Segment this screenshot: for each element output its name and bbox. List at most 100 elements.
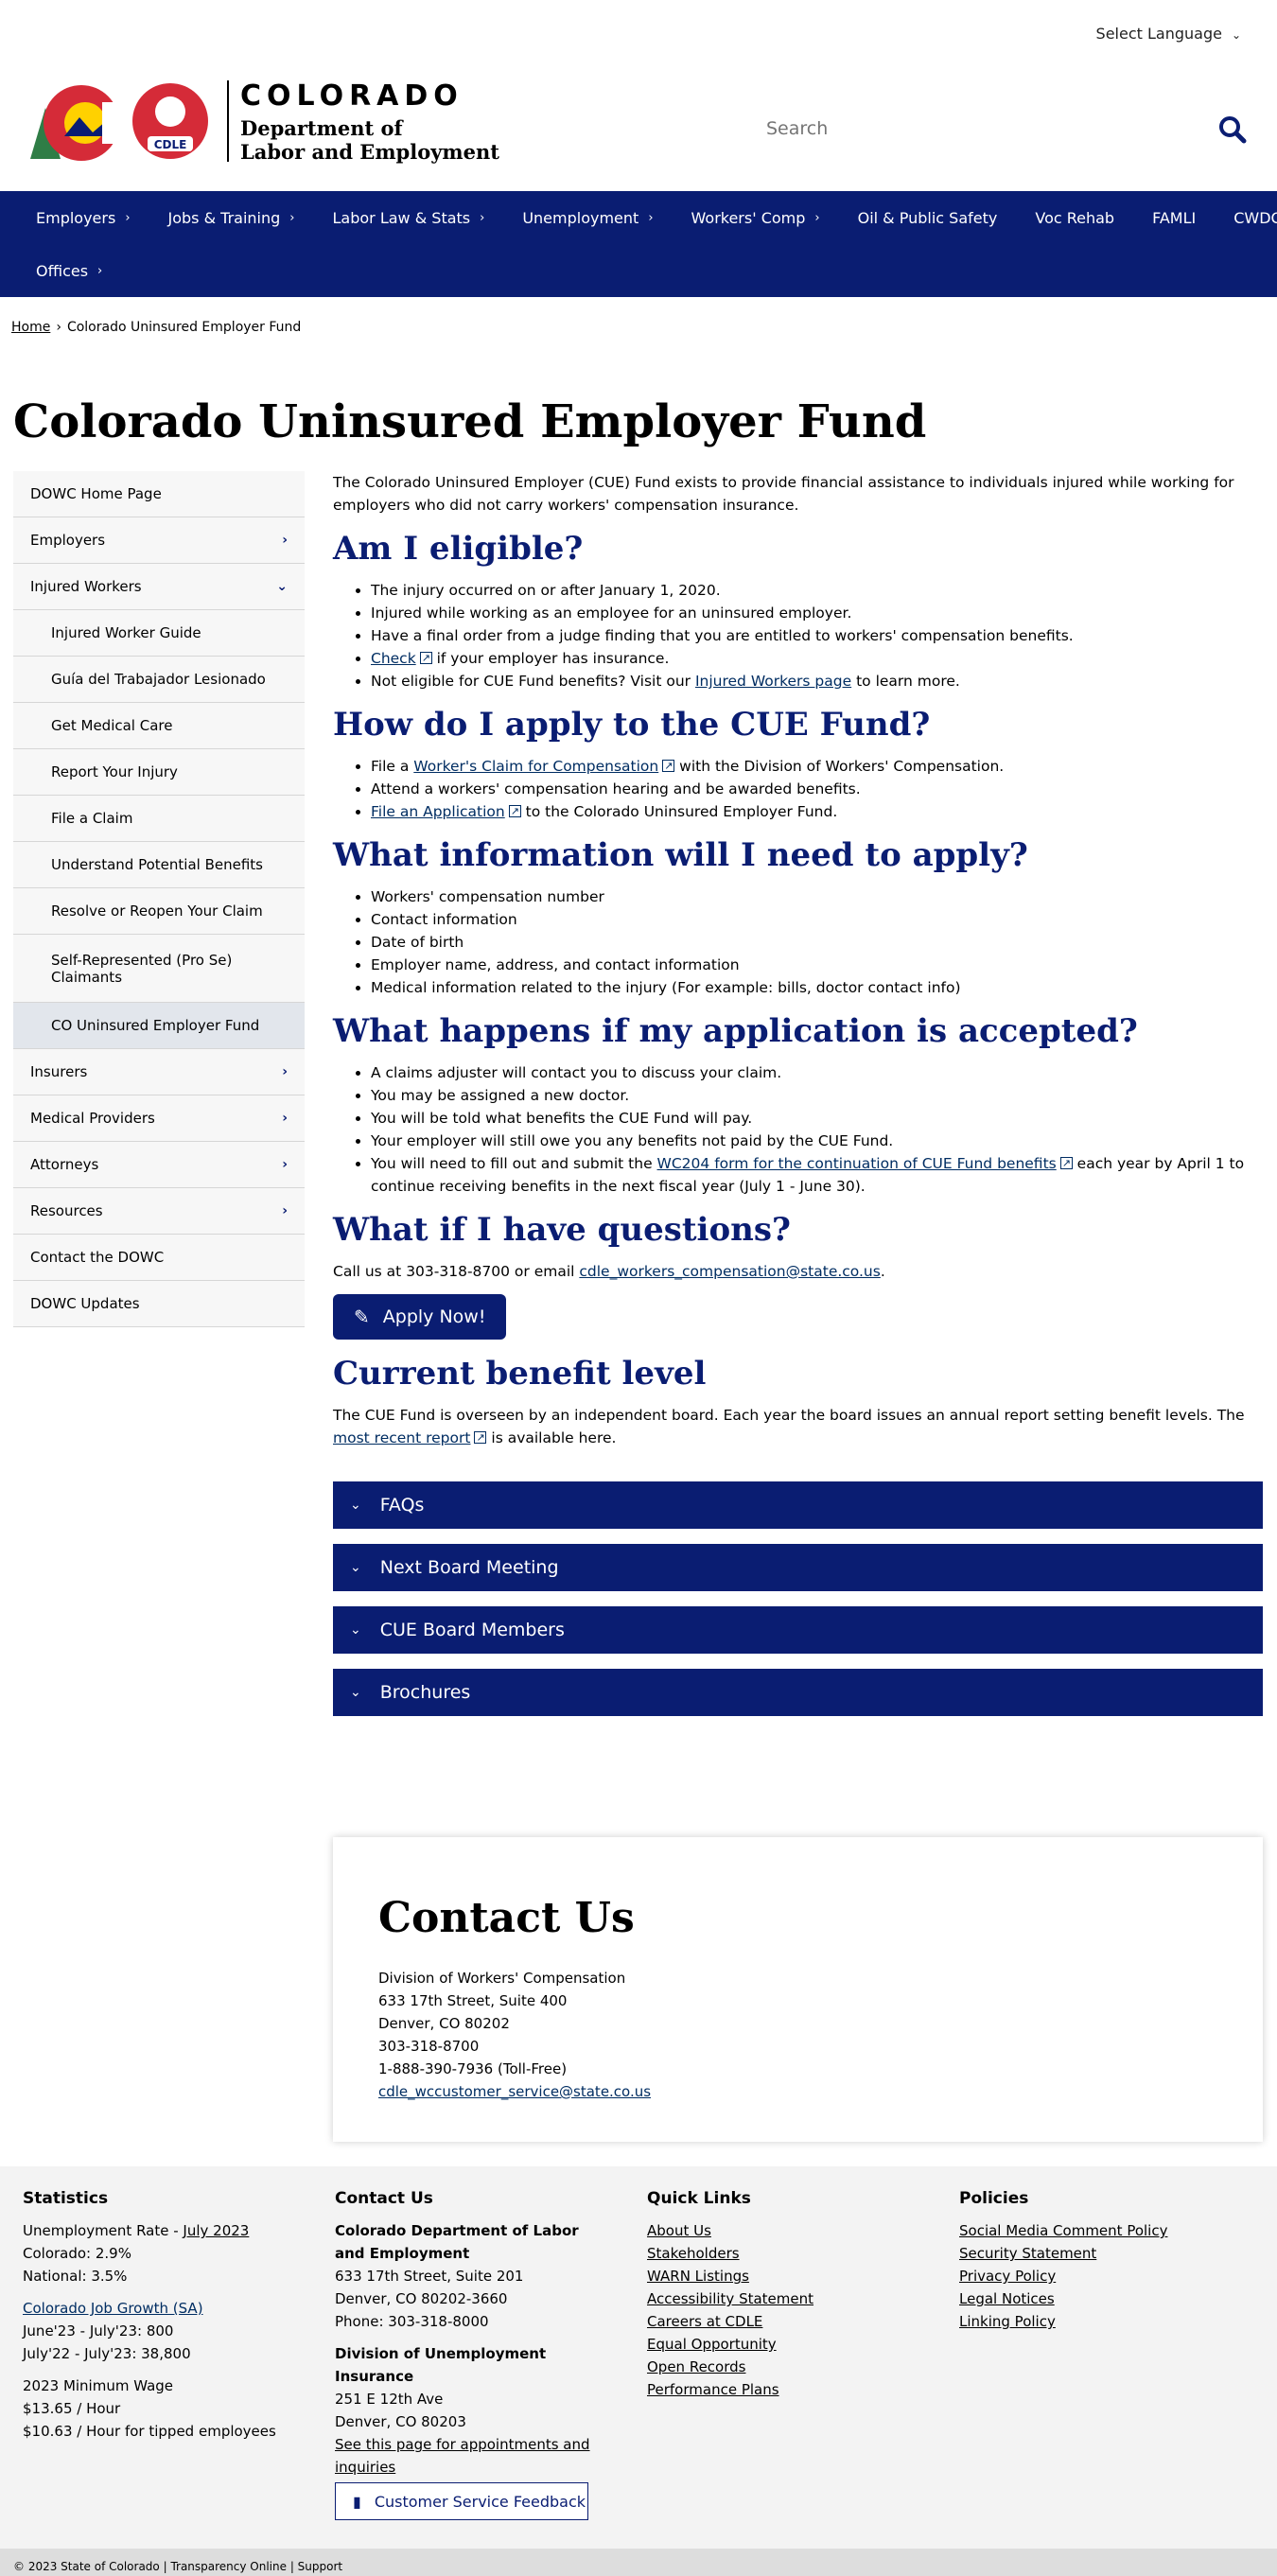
footer-contact: Contact Us Colorado Department of Labor … xyxy=(335,2187,590,2479)
accordion-faqs[interactable]: ⌄ FAQs xyxy=(333,1481,1263,1529)
sidebar-item-label: Injured Workers xyxy=(30,578,142,595)
apply-step-text-end: to the Colorado Uninsured Employer Fund. xyxy=(520,803,838,820)
chevron-right-icon: › xyxy=(282,1157,288,1172)
footer-link-stakeholders[interactable]: Stakeholders xyxy=(647,2242,931,2265)
top-bar: Select Language ⌄ xyxy=(0,0,1277,68)
footer-link-about-us[interactable]: About Us xyxy=(647,2219,931,2242)
apply-now-label: Apply Now! xyxy=(382,1306,486,1327)
questions-heading: What if I have questions? xyxy=(333,1211,791,1249)
info-heading: What information will I need to apply? xyxy=(333,836,1028,874)
stat-job-growth: June'23 - July'23: 800 xyxy=(23,2322,174,2339)
footer-statistics: Statistics Unemployment Rate - July 2023… xyxy=(23,2187,306,2443)
email-link[interactable]: cdle_workers_compensation@state.co.us xyxy=(579,1263,880,1280)
sidebar-item-file-a-claim[interactable]: File a Claim xyxy=(13,796,305,842)
sidebar-item-attorneys[interactable]: Attorneys › xyxy=(13,1142,305,1188)
contact-line: 633 17th Street, Suite 400 xyxy=(378,1992,568,2009)
footer-link-warn-listings[interactable]: WARN Listings xyxy=(647,2265,931,2287)
list-item: Contact information xyxy=(371,908,1263,931)
footer-link-social-media-comment-policy[interactable]: Social Media Comment Policy xyxy=(959,2219,1243,2242)
accordion-next-board-meeting[interactable]: ⌄ Next Board Meeting xyxy=(333,1544,1263,1591)
unemployment-rate: Unemployment Rate - July 2023 xyxy=(23,2219,306,2242)
list-item: File a Worker's Claim for Compensation w… xyxy=(371,755,1263,778)
nav-item-label: Workers' Comp xyxy=(691,208,806,227)
logo-dept-line1: Department of xyxy=(240,116,403,140)
nav-item-offices[interactable]: Offices › xyxy=(17,244,121,297)
sidebar-item-get-medical-care[interactable]: Get Medical Care xyxy=(13,703,305,749)
search-input[interactable] xyxy=(766,110,1145,148)
sidebar-item-resolve-or-reopen-your-claim[interactable]: Resolve or Reopen Your Claim xyxy=(13,888,305,935)
sidebar-item-dowc-updates[interactable]: DOWC Updates xyxy=(13,1281,305,1327)
language-select[interactable]: Select Language ⌄ xyxy=(1096,25,1241,43)
footer-link-linking-policy[interactable]: Linking Policy xyxy=(959,2310,1243,2333)
stat-national: National: 3.5% xyxy=(23,2268,128,2285)
breadcrumb-home-link[interactable]: Home xyxy=(11,320,50,335)
chevron-right-icon: › xyxy=(289,210,295,225)
sidebar-item-co-uninsured-employer-fund[interactable]: CO Uninsured Employer Fund xyxy=(13,1003,305,1049)
footer-link-accessibility-statement[interactable]: Accessibility Statement xyxy=(647,2287,931,2310)
sidebar-item-report-your-injury[interactable]: Report Your Injury xyxy=(13,749,305,796)
sidebar-item-contact-the-dowc[interactable]: Contact the DOWC xyxy=(13,1235,305,1281)
nav-item-oil-public-safety[interactable]: Oil & Public Safety xyxy=(839,191,1017,244)
nav-item-jobs-training[interactable]: Jobs & Training › xyxy=(149,191,314,244)
nav-item-famli[interactable]: FAMLI xyxy=(1133,191,1215,244)
sidebar-item-dowc-home-page[interactable]: DOWC Home Page xyxy=(13,471,305,517)
external-link-icon xyxy=(474,1427,487,1449)
chevron-down-icon: ⌄ xyxy=(350,1560,361,1575)
nav-item-voc-rehab[interactable]: Voc Rehab xyxy=(1016,191,1133,244)
sidebar-item-label: DOWC Updates xyxy=(30,1295,140,1312)
footer-link-performance-plans[interactable]: Performance Plans xyxy=(647,2378,931,2401)
nav-item-employers[interactable]: Employers › xyxy=(17,191,149,244)
accordion-cue-board-members[interactable]: ⌄ CUE Board Members xyxy=(333,1606,1263,1654)
sidebar-item-medical-providers[interactable]: Medical Providers › xyxy=(13,1095,305,1142)
appointments-link[interactable]: See this page for appointments and inqui… xyxy=(335,2433,590,2479)
footer-link-security-statement[interactable]: Security Statement xyxy=(959,2242,1243,2265)
sidebar-item-insurers[interactable]: Insurers › xyxy=(13,1049,305,1095)
annual-report-link[interactable]: most recent report xyxy=(333,1429,470,1446)
nav-item-labor-law-stats[interactable]: Labor Law & Stats › xyxy=(314,191,504,244)
sidebar-item-self-represented-pro-se-claimants[interactable]: Self-Represented (Pro Se) Claimants xyxy=(13,935,305,1003)
sidebar-nav: DOWC Home Page Employers › Injured Workers ⌄… xyxy=(13,471,305,1327)
sidebar-item-label: File a Claim xyxy=(51,810,133,827)
search-icon[interactable] xyxy=(1218,115,1247,148)
external-link-icon xyxy=(419,647,432,670)
sidebar-item-injured-workers[interactable]: Injured Workers ⌄ xyxy=(13,564,305,610)
unemployment-rate-label: Unemployment Rate - xyxy=(23,2222,184,2239)
customer-feedback-button[interactable]: ▮ Customer Service Feedback xyxy=(335,2482,588,2520)
nav-item-cwdc[interactable]: CWDC xyxy=(1215,191,1277,244)
nav-item-workers-comp[interactable]: Workers' Comp › xyxy=(673,191,839,244)
sidebar-item-gu-a-del-trabajador-lesionado[interactable]: Guía del Trabajador Lesionado xyxy=(13,657,305,703)
apply-now-button[interactable]: ✎ Apply Now! xyxy=(333,1294,507,1340)
unemployment-rate-link[interactable]: July 2023 xyxy=(183,2222,249,2239)
file-application-link[interactable]: File an Application xyxy=(371,803,505,820)
footer-link-careers-at-cdle[interactable]: Careers at CDLE xyxy=(647,2310,931,2333)
chevron-right-icon: › xyxy=(648,210,654,225)
sidebar-item-understand-potential-benefits[interactable]: Understand Potential Benefits xyxy=(13,842,305,888)
accordion-label: Next Board Meeting xyxy=(379,1557,559,1578)
contact-email-link[interactable]: cdle_wccustomer_service@state.co.us xyxy=(378,2083,651,2100)
workers-claim-link[interactable]: Worker's Claim for Compensation xyxy=(413,758,658,775)
accordion-group: ⌄ FAQs ⌄ Next Board Meeting ⌄ CUE Board Membe… xyxy=(333,1481,1263,1716)
footer-org-name: Division of Unemployment Insurance xyxy=(335,2345,547,2385)
nav-item-unemployment[interactable]: Unemployment › xyxy=(503,191,672,244)
footer-link-equal-opportunity[interactable]: Equal Opportunity xyxy=(647,2333,931,2356)
list-item: You will be told what benefits the CUE F… xyxy=(371,1107,1263,1130)
check-insurance-link[interactable]: Check xyxy=(371,650,416,667)
sidebar-item-injured-worker-guide[interactable]: Injured Worker Guide xyxy=(13,610,305,657)
contact-line: Division of Workers' Compensation xyxy=(378,1970,626,1987)
accepted-text: You will need to fill out and submit the xyxy=(371,1155,657,1172)
accordion-brochures[interactable]: ⌄ Brochures xyxy=(333,1669,1263,1716)
language-select-label: Select Language xyxy=(1095,25,1222,43)
sidebar-item-employers[interactable]: Employers › xyxy=(13,517,305,564)
sidebar-item-resources[interactable]: Resources › xyxy=(13,1188,305,1235)
injured-workers-page-link[interactable]: Injured Workers page xyxy=(695,673,851,690)
wc204-form-link[interactable]: WC204 form for the continuation of CUE F… xyxy=(657,1155,1057,1172)
footer-link-privacy-policy[interactable]: Privacy Policy xyxy=(959,2265,1243,2287)
job-growth-link[interactable]: Colorado Job Growth (SA) xyxy=(23,2297,306,2320)
cdle-logo[interactable]: CDLE COLORADO Department of Labor and Em… xyxy=(26,79,499,164)
footer-link-open-records[interactable]: Open Records xyxy=(647,2356,931,2378)
apply-list: File a Worker's Claim for Compensation w… xyxy=(371,755,1263,823)
sidebar-item-label: Insurers xyxy=(30,1063,88,1080)
footer-link-legal-notices[interactable]: Legal Notices xyxy=(959,2287,1243,2310)
apply-heading: How do I apply to the CUE Fund? xyxy=(333,706,931,744)
list-item: The injury occurred on or after January … xyxy=(371,579,1263,602)
